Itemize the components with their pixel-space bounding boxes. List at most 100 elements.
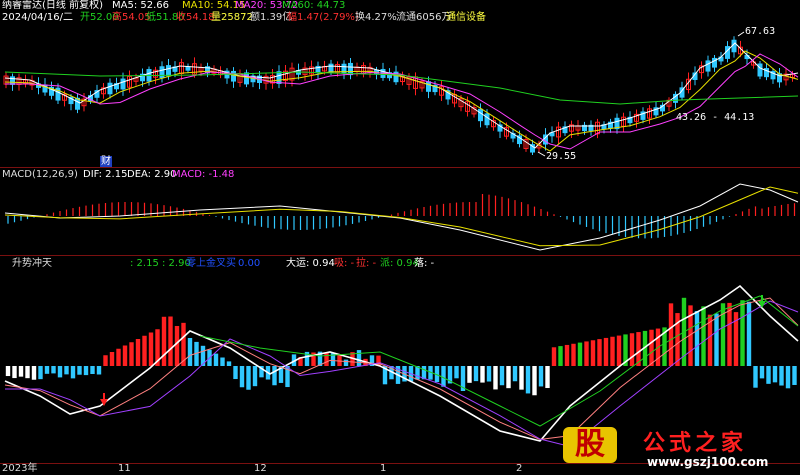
indicator-bar [558,346,563,366]
indicator-bar [603,337,609,366]
indicator-bar [759,366,765,379]
ma5-line [4,42,799,149]
indicator-bar [584,341,589,366]
high-pointer [737,31,745,37]
indicator-bar [493,366,498,390]
indicator-bar [616,335,622,366]
indicator-bar [12,366,17,379]
candle-body [426,81,431,92]
ma20-line [5,53,799,150]
watermark-url: www.gszj100.com [647,455,769,469]
indicator-bar [512,366,518,382]
dif-line [4,183,799,251]
indicator-bar [252,366,258,387]
indicator-bar [168,316,173,366]
indicator-bar [766,366,771,384]
indicator-bar [746,301,752,366]
indicator-bar [649,329,654,366]
candle-body [276,71,282,84]
indicator-bar [519,366,524,390]
indicator-bar [233,366,238,380]
indicator-bar [467,366,472,383]
candle-body [231,70,236,82]
time-label: 11 [118,463,131,474]
indicator-bar [577,342,583,366]
indicator-bar [454,366,459,379]
indicator-bar [187,338,193,366]
indicator-bar [83,366,89,376]
indicator-bar [727,302,732,366]
indicator-bar [714,313,719,366]
indicator-bar [610,336,615,366]
indicator-bar [213,353,219,366]
indicator-bar [564,344,570,366]
indicator-bar [272,366,277,386]
indicator-bar [226,361,232,366]
indicator-bar [70,366,76,379]
indicator-bar [525,366,531,394]
indicator-bar [506,366,511,389]
indicator-bar [135,339,141,366]
indicator-bar [44,366,50,374]
high-annotation: 67.63 [745,26,776,37]
candle-body [185,66,191,71]
indicator-bar [571,343,576,366]
indicator-bar [486,366,492,382]
indicator-bar [64,366,69,375]
candle-body [107,82,113,95]
indicator-bar [161,316,167,366]
candle-body [159,66,165,79]
indicator-bar [694,311,700,366]
indicator-bar [5,366,11,377]
indicator-bar [441,366,446,387]
indicator-bar [668,303,674,366]
watermark-logo: 股 公式之家 www.gszj100.com [555,425,795,475]
indicator-bar [701,306,706,366]
indicator-bar [356,350,362,366]
indicator-bar [590,340,596,366]
indicator-bar [480,366,485,383]
indicator-bar [324,352,329,366]
indicator-bar [109,352,115,366]
dea-line [4,186,799,247]
indicator-bar [57,366,63,378]
logo-badge: 股 [563,427,617,463]
indicator-bar [18,366,24,377]
indicator-bar [246,366,251,390]
indicator-bar [129,342,134,366]
candle-body [478,108,483,122]
indicator-bar [51,366,56,374]
candle-body [757,63,763,77]
buy-arrow-icon [100,393,108,406]
indicator-bar [545,366,550,389]
low-annotation: 29.55 [546,151,577,162]
indicator-bar [538,366,544,387]
indicator-bar [629,333,635,366]
watermark-brand: 公式之家 [643,431,748,456]
macd-chart[interactable] [0,168,800,256]
indicator-bar [532,366,537,396]
candle-body [705,60,711,72]
candle-body [120,78,126,90]
indicator-bar [77,366,82,375]
candle-body [484,113,490,126]
time-label: 2023年 [2,463,38,474]
time-label: 2 [516,463,523,474]
indicator-bar [148,332,154,366]
indicator-bar [90,366,95,374]
time-label: 12 [254,463,267,474]
indicator-bar [122,345,128,366]
candle-body [244,72,249,85]
indicator-bar [753,366,758,388]
indicator-bar [473,366,479,382]
indicator-bar [551,347,557,366]
candle-body [166,65,171,77]
indicator-bar [31,366,37,380]
price-chart[interactable] [0,0,800,168]
indicator-bar [220,357,225,366]
indicator-bar [792,366,797,385]
indicator-bar [785,366,791,389]
indicator-bar [142,335,147,366]
indicator-bar [343,359,349,366]
candle-body [348,62,353,76]
